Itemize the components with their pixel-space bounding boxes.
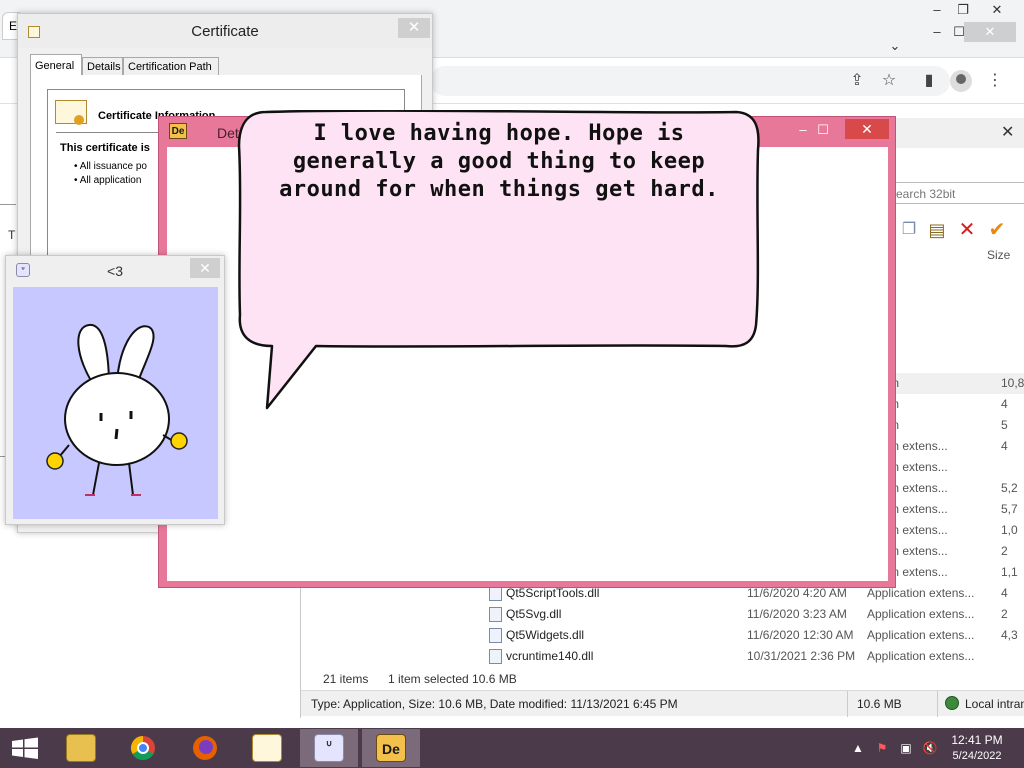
side-panel-icon[interactable]: ▮ <box>918 70 940 92</box>
address-bar[interactable] <box>430 66 950 96</box>
dll-file-icon <box>489 607 502 622</box>
certificate-subheading: This certificate is <box>60 142 150 154</box>
certificate-bullet: • All issuance po <box>74 161 147 172</box>
bunny-canvas <box>13 287 218 519</box>
table-row[interactable]: Qt5Widgets.dll 11/6/2020 12:30 AM Applic… <box>301 625 1024 646</box>
tab-details[interactable]: Details <box>82 57 123 76</box>
speech-bubble: I love having hope. Hope is generally a … <box>236 110 762 414</box>
browser-close-button[interactable]: ✕ <box>972 0 1022 20</box>
share-icon[interactable]: ⇪ <box>846 70 868 92</box>
certificate-icon <box>55 100 87 125</box>
certificate-icon <box>252 734 282 762</box>
start-button[interactable] <box>0 728 50 768</box>
delete-icon[interactable]: ✕ <box>955 218 979 242</box>
tab-certification-path[interactable]: Certification Path <box>123 57 219 76</box>
bunny-left-hand <box>46 452 64 470</box>
divider <box>847 691 848 717</box>
divider <box>937 691 938 717</box>
taskbar-chrome[interactable] <box>114 729 172 767</box>
tab-general[interactable]: General <box>30 54 82 77</box>
bunny-titlebar[interactable]: ᐡ <3 ✕ <box>6 256 224 284</box>
dll-file-icon <box>489 586 502 601</box>
chevron-down-icon[interactable]: ⌄ <box>878 36 912 56</box>
tray-overflow-icon[interactable]: ▲ <box>850 740 866 756</box>
network-icon[interactable]: ▣ <box>898 740 914 756</box>
checkmark-icon[interactable]: ✔ <box>985 218 1009 242</box>
selection-info: 1 item selected 10.6 MB <box>388 672 517 686</box>
clock-time[interactable]: 12:41 PM <box>932 733 1022 747</box>
certificate-title: Certificate <box>191 23 259 40</box>
taskbar-desktop-pet[interactable]: De <box>362 729 420 767</box>
bunny-body <box>64 372 170 466</box>
bunny-character[interactable] <box>13 287 218 519</box>
explorer-toolbar: ❐ ▤ ✕ ✔ <box>897 218 1024 244</box>
globe-icon <box>945 696 959 710</box>
table-row[interactable]: Qt5Svg.dll 11/6/2020 3:23 AM Application… <box>301 604 1024 625</box>
security-zone: Local intran <box>965 697 1024 711</box>
dll-file-icon <box>489 649 502 664</box>
sidebar-letter: T <box>8 228 16 242</box>
bunny-mouth <box>114 428 119 440</box>
action-center-icon[interactable]: ⚑ <box>874 740 890 756</box>
paste-icon[interactable]: ▤ <box>925 218 949 242</box>
item-count: 21 items <box>323 672 369 686</box>
system-tray: ▲ ⚑ ▣ 🔇 12:41 PM 5/24/2022 <box>850 728 1024 768</box>
status-details: Type: Application, Size: 10.6 MB, Date m… <box>311 697 678 711</box>
speech-bubble-text: I love having hope. Hope is generally a … <box>279 121 719 202</box>
windows-logo-icon <box>12 737 38 759</box>
pet-minimize-button[interactable]: – <box>793 120 813 140</box>
bunny-pet-icon: ᐡ <box>314 734 344 762</box>
dll-file-icon <box>489 628 502 643</box>
menu-dots-icon[interactable]: ⋮ <box>984 70 1006 92</box>
pet-maximize-button[interactable]: ☐ <box>813 120 833 140</box>
profile-icon[interactable] <box>950 70 972 92</box>
star-icon[interactable]: ☆ <box>878 70 900 92</box>
file-explorer-icon <box>66 734 96 762</box>
bunny-close-button[interactable]: ✕ <box>190 258 220 278</box>
profile-head-icon <box>956 74 966 84</box>
search-input[interactable]: earch 32bit <box>889 182 1024 204</box>
taskbar-file-explorer[interactable] <box>52 729 110 767</box>
bunny-right-leg <box>128 462 134 496</box>
status-size: 10.6 MB <box>857 697 902 711</box>
copy-icon[interactable]: ❐ <box>897 218 921 242</box>
divider <box>0 204 16 205</box>
taskbar-certificate[interactable] <box>238 729 296 767</box>
bunny-left-leg <box>92 462 100 496</box>
taskbar: ᐡ De ▲ ⚑ ▣ 🔇 12:41 PM 5/24/2022 <box>0 728 1024 768</box>
pet-close-button[interactable]: ✕ <box>845 119 889 139</box>
desktop-pet-app-icon: De <box>169 123 187 139</box>
certificate-bullet: • All application <box>74 175 142 186</box>
desktop-pet-icon: De <box>376 734 406 762</box>
certificate-close-button[interactable]: ✕ <box>398 18 430 38</box>
bunny-window: ᐡ <3 ✕ <box>5 255 225 525</box>
inner-close-button[interactable]: ✕ <box>964 22 1016 42</box>
column-header-size[interactable]: Size <box>987 248 1010 262</box>
bunny-right-hand <box>170 432 188 450</box>
clock-date[interactable]: 5/24/2022 <box>932 750 1022 762</box>
firefox-icon <box>193 736 217 760</box>
chrome-icon <box>130 736 155 761</box>
table-row[interactable]: vcruntime140.dll 10/31/2021 2:36 PM Appl… <box>301 646 1024 667</box>
explorer-close-button[interactable]: ✕ <box>1001 122 1014 142</box>
status-bar: Type: Application, Size: 10.6 MB, Date m… <box>301 690 1024 717</box>
certificate-tabs: General Details Certification Path <box>30 54 422 77</box>
taskbar-firefox[interactable] <box>176 729 234 767</box>
taskbar-bunny-pet[interactable]: ᐡ <box>300 729 358 767</box>
certificate-titlebar[interactable]: Certificate ✕ <box>18 14 432 48</box>
